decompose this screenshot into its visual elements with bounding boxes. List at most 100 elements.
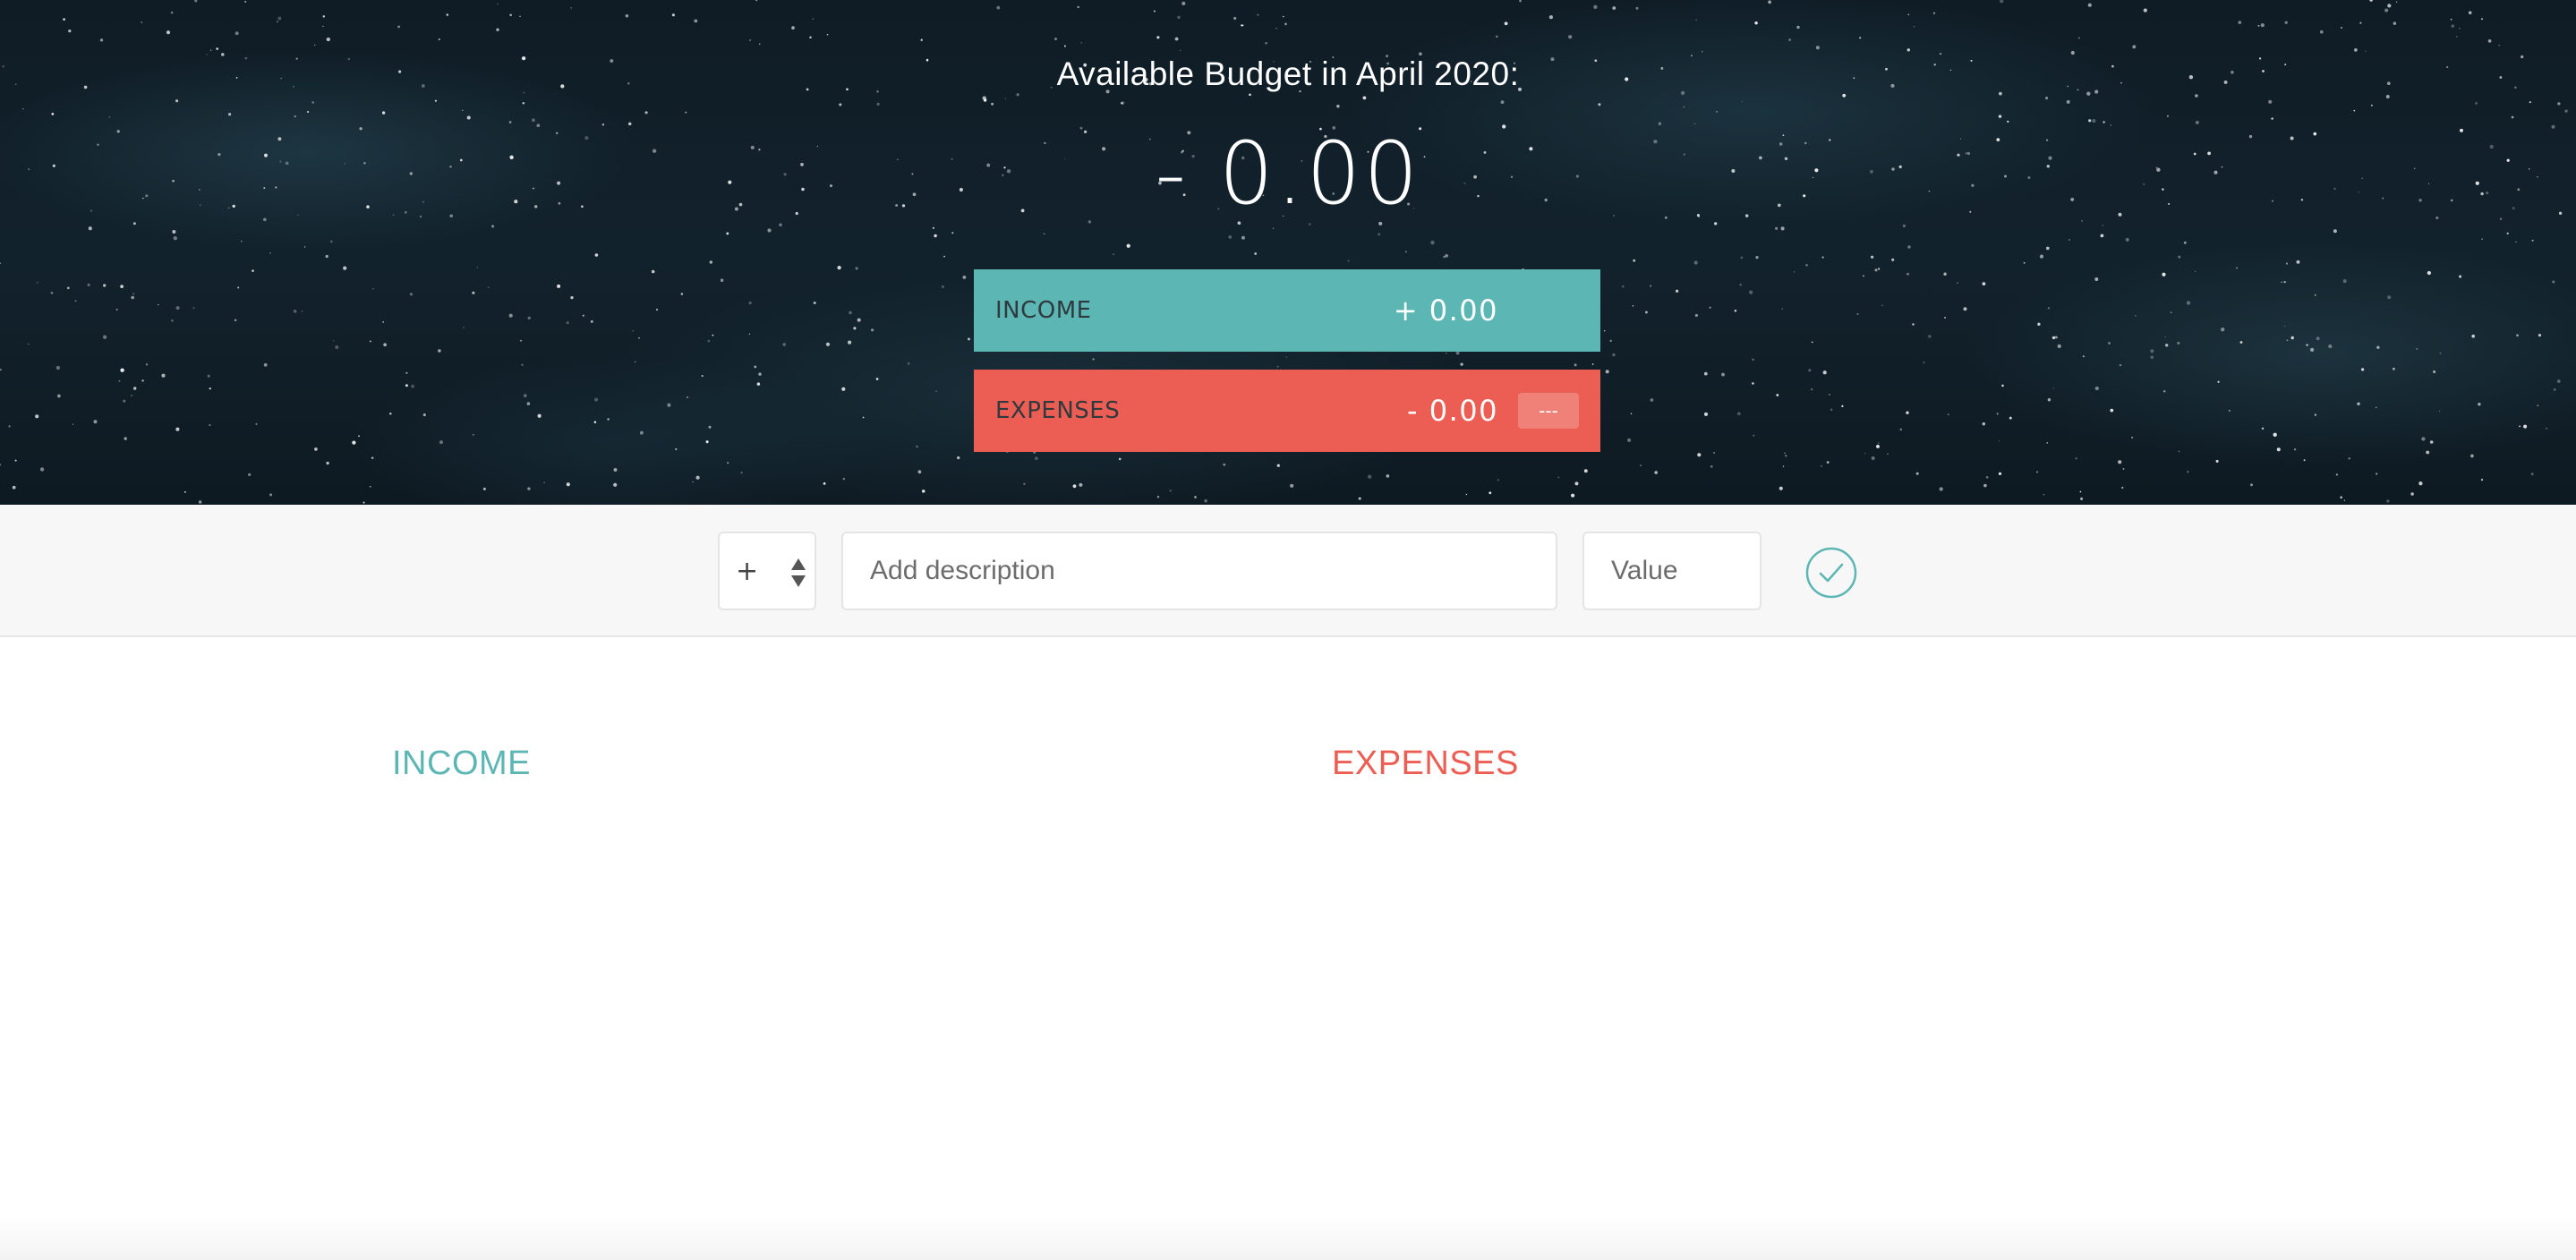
star-dot — [2087, 3, 2092, 7]
star-dot — [2178, 255, 2181, 259]
star-dot — [1870, 255, 1874, 259]
star-dot — [2165, 344, 2169, 347]
star-dot — [2183, 241, 2187, 244]
star-dot — [405, 371, 408, 374]
star-dot — [2393, 367, 2395, 370]
star-dot — [37, 282, 38, 284]
star-dot — [1734, 310, 1737, 312]
star-dot — [50, 291, 54, 294]
star-dot — [2293, 448, 2297, 451]
star-dot — [1957, 282, 1958, 284]
star-dot — [2426, 450, 2430, 455]
star-dot — [1826, 461, 1830, 464]
star-dot — [755, 0, 758, 2]
type-select[interactable]: + — [718, 532, 816, 610]
star-dot — [644, 111, 648, 115]
star-dot — [1907, 245, 1911, 249]
star-dot — [1996, 413, 1999, 415]
star-dot — [1233, 16, 1237, 21]
star-dot — [35, 414, 39, 419]
star-dot — [118, 379, 121, 382]
star-dot — [632, 329, 635, 332]
star-dot — [1204, 498, 1207, 503]
star-dot — [209, 424, 211, 427]
star-dot — [72, 423, 74, 425]
add-item-bar: + — [0, 505, 2576, 637]
star-dot — [509, 13, 512, 17]
star-dot — [876, 102, 880, 106]
star-dot — [1793, 271, 1796, 273]
star-dot — [422, 413, 426, 417]
star-dot — [175, 427, 180, 431]
star-dot — [1272, 227, 1275, 229]
star-dot — [1257, 13, 1259, 16]
star-dot — [1778, 486, 1783, 490]
star-dot — [2340, 26, 2343, 30]
star-dot — [708, 425, 712, 429]
star-dot — [1118, 457, 1122, 461]
star-dot — [234, 319, 237, 321]
star-dot — [1249, 93, 1251, 97]
star-dot — [363, 501, 365, 504]
type-select-value: + — [736, 555, 759, 587]
star-dot — [63, 18, 65, 21]
star-dot — [1063, 45, 1066, 47]
star-dot — [862, 416, 865, 419]
star-dot — [2303, 459, 2306, 462]
star-dot — [2094, 277, 2099, 281]
star-dot — [343, 266, 347, 270]
star-dot — [1876, 444, 1880, 448]
star-dot — [848, 340, 852, 345]
star-dot — [1697, 453, 1702, 457]
star-dot — [1739, 283, 1742, 286]
star-dot — [2108, 342, 2111, 345]
star-dot — [438, 349, 441, 353]
star-dot — [2238, 21, 2242, 24]
star-dot — [1788, 38, 1792, 41]
value-input[interactable] — [1582, 532, 1761, 610]
star-dot — [982, 96, 986, 100]
star-dot — [655, 308, 659, 311]
star-dot — [2316, 336, 2320, 341]
star-dot — [170, 11, 174, 14]
star-dot — [2150, 355, 2154, 360]
star-dot — [1821, 256, 1824, 259]
star-dot — [1912, 323, 1915, 326]
star-dot — [2215, 459, 2219, 463]
star-dot — [2284, 21, 2288, 24]
star-dot — [1907, 13, 1910, 16]
star-dot — [1612, 6, 1616, 10]
star-dot — [123, 399, 126, 403]
star-dot — [566, 321, 569, 325]
star-dot — [2102, 225, 2104, 226]
add-item-button[interactable] — [1804, 546, 1858, 600]
star-dot — [1548, 15, 1553, 20]
star-dot — [497, 3, 499, 5]
star-dot — [372, 288, 374, 290]
star-dot — [325, 254, 328, 259]
star-dot — [2360, 368, 2365, 371]
star-dot — [2001, 384, 2004, 387]
star-dot — [1878, 442, 1880, 444]
income-summary: INCOME + 0.00 — [974, 269, 1600, 352]
star-dot — [2471, 334, 2475, 338]
description-input[interactable] — [841, 532, 1557, 610]
star-dot — [849, 311, 852, 315]
star-dot — [1899, 428, 1902, 431]
star-dot — [613, 468, 618, 472]
star-dot — [22, 108, 24, 110]
star-dot — [1998, 440, 2000, 442]
star-dot — [241, 240, 243, 243]
star-dot — [917, 470, 922, 474]
star-dot — [1358, 497, 1361, 500]
star-dot — [2037, 322, 2041, 326]
star-dot — [2416, 348, 2418, 350]
star-dot — [2468, 11, 2472, 15]
star-dot — [1023, 482, 1026, 485]
star-dot — [1500, 100, 1505, 104]
star-dot — [1998, 115, 2002, 118]
star-dot — [482, 487, 486, 490]
star-dot — [145, 363, 149, 366]
star-dot — [2376, 345, 2380, 349]
income-summary-value: + 0.00 — [1393, 294, 1498, 328]
